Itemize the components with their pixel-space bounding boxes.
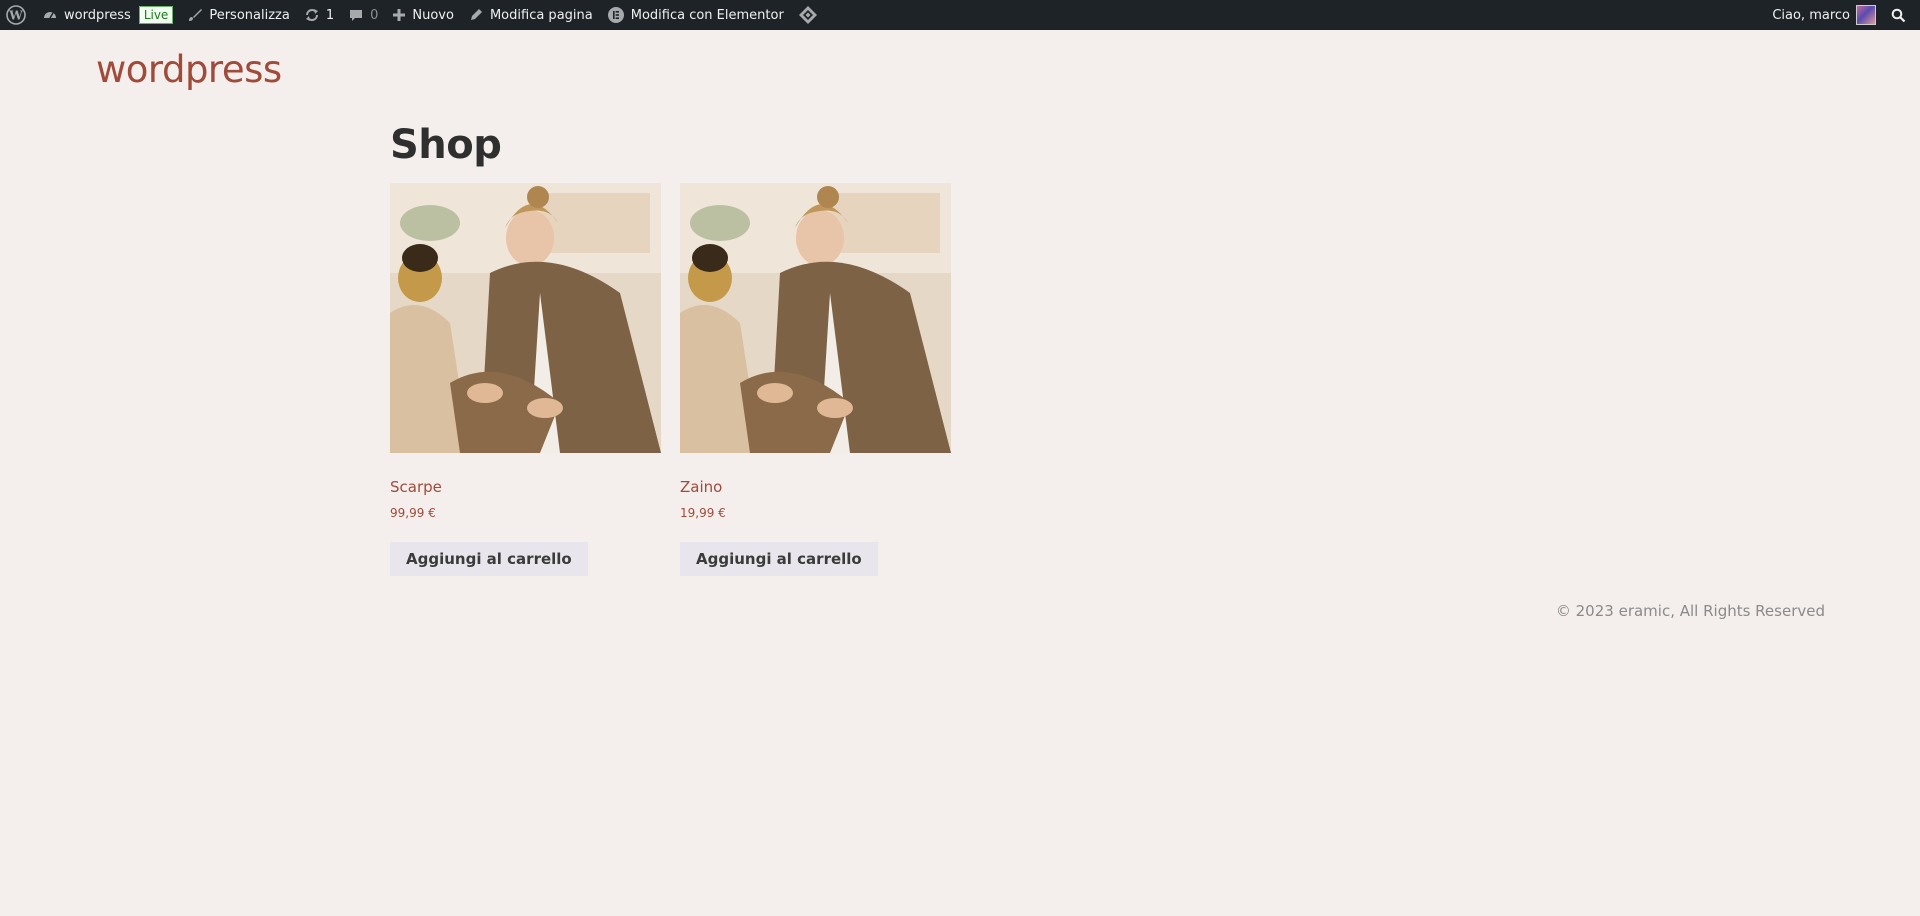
edit-elementor-label: Modifica con Elementor bbox=[630, 7, 784, 23]
admin-bar-right: Ciao, marco bbox=[1765, 0, 1920, 30]
add-to-cart-button[interactable]: Aggiungi al carrello bbox=[680, 542, 878, 576]
customize-link[interactable]: Personalizza bbox=[180, 0, 297, 30]
plus-icon bbox=[393, 9, 406, 21]
new-content-menu[interactable]: Nuovo bbox=[385, 0, 461, 30]
product-photo bbox=[390, 183, 661, 453]
search-icon bbox=[1891, 8, 1906, 22]
product-card: Zaino 19,99 € Aggiungi al carrello bbox=[680, 183, 951, 576]
diamond-plugin-link[interactable] bbox=[791, 0, 825, 30]
pencil-icon bbox=[470, 9, 482, 20]
greeting-label: Ciao, marco bbox=[1772, 7, 1850, 23]
page-title: Shop bbox=[390, 122, 502, 168]
live-badge: Live bbox=[138, 6, 174, 24]
diamond-icon bbox=[798, 6, 817, 24]
edit-page-link[interactable]: Modifica pagina bbox=[461, 0, 600, 30]
product-title-link[interactable]: Zaino bbox=[680, 478, 951, 496]
site-name-menu[interactable]: wordpress Live bbox=[35, 0, 180, 30]
customize-label: Personalizza bbox=[209, 7, 290, 23]
updates-icon bbox=[305, 9, 318, 21]
comments-count: 0 bbox=[370, 7, 379, 23]
new-label: Nuovo bbox=[412, 7, 454, 23]
product-image[interactable] bbox=[680, 183, 951, 453]
footer-copyright: © 2023 eramic, All Rights Reserved bbox=[1555, 602, 1825, 620]
search-button[interactable] bbox=[1883, 0, 1920, 30]
product-card: Scarpe 99,99 € Aggiungi al carrello bbox=[390, 183, 661, 576]
elementor-icon bbox=[607, 7, 624, 23]
product-photo bbox=[680, 183, 951, 453]
product-image[interactable] bbox=[390, 183, 661, 453]
comment-icon bbox=[350, 10, 363, 21]
site-name-label: wordpress bbox=[64, 7, 131, 23]
site-title[interactable]: wordpress bbox=[96, 48, 282, 91]
product-title-link[interactable]: Scarpe bbox=[390, 478, 661, 496]
updates-count: 1 bbox=[325, 7, 335, 23]
my-account-menu[interactable]: Ciao, marco bbox=[1765, 0, 1883, 30]
svg-text:W: W bbox=[8, 9, 23, 23]
updates-link[interactable]: 1 bbox=[297, 0, 341, 30]
wordpress-logo-icon[interactable]: W bbox=[0, 0, 35, 30]
edit-page-label: Modifica pagina bbox=[489, 7, 593, 23]
admin-bar-left: W wordpress Live Personalizza 1 0 Nuovo … bbox=[0, 0, 825, 30]
product-price: 19,99 € bbox=[680, 506, 726, 520]
product-price: 99,99 € bbox=[390, 506, 436, 520]
paintbrush-icon bbox=[189, 9, 203, 21]
comments-link[interactable]: 0 bbox=[341, 0, 385, 30]
admin-bar: W wordpress Live Personalizza 1 0 Nuovo … bbox=[0, 0, 1920, 30]
add-to-cart-button[interactable]: Aggiungi al carrello bbox=[390, 542, 588, 576]
edit-elementor-link[interactable]: Modifica con Elementor bbox=[600, 0, 791, 30]
dashboard-icon bbox=[44, 12, 56, 19]
avatar bbox=[1856, 5, 1876, 25]
